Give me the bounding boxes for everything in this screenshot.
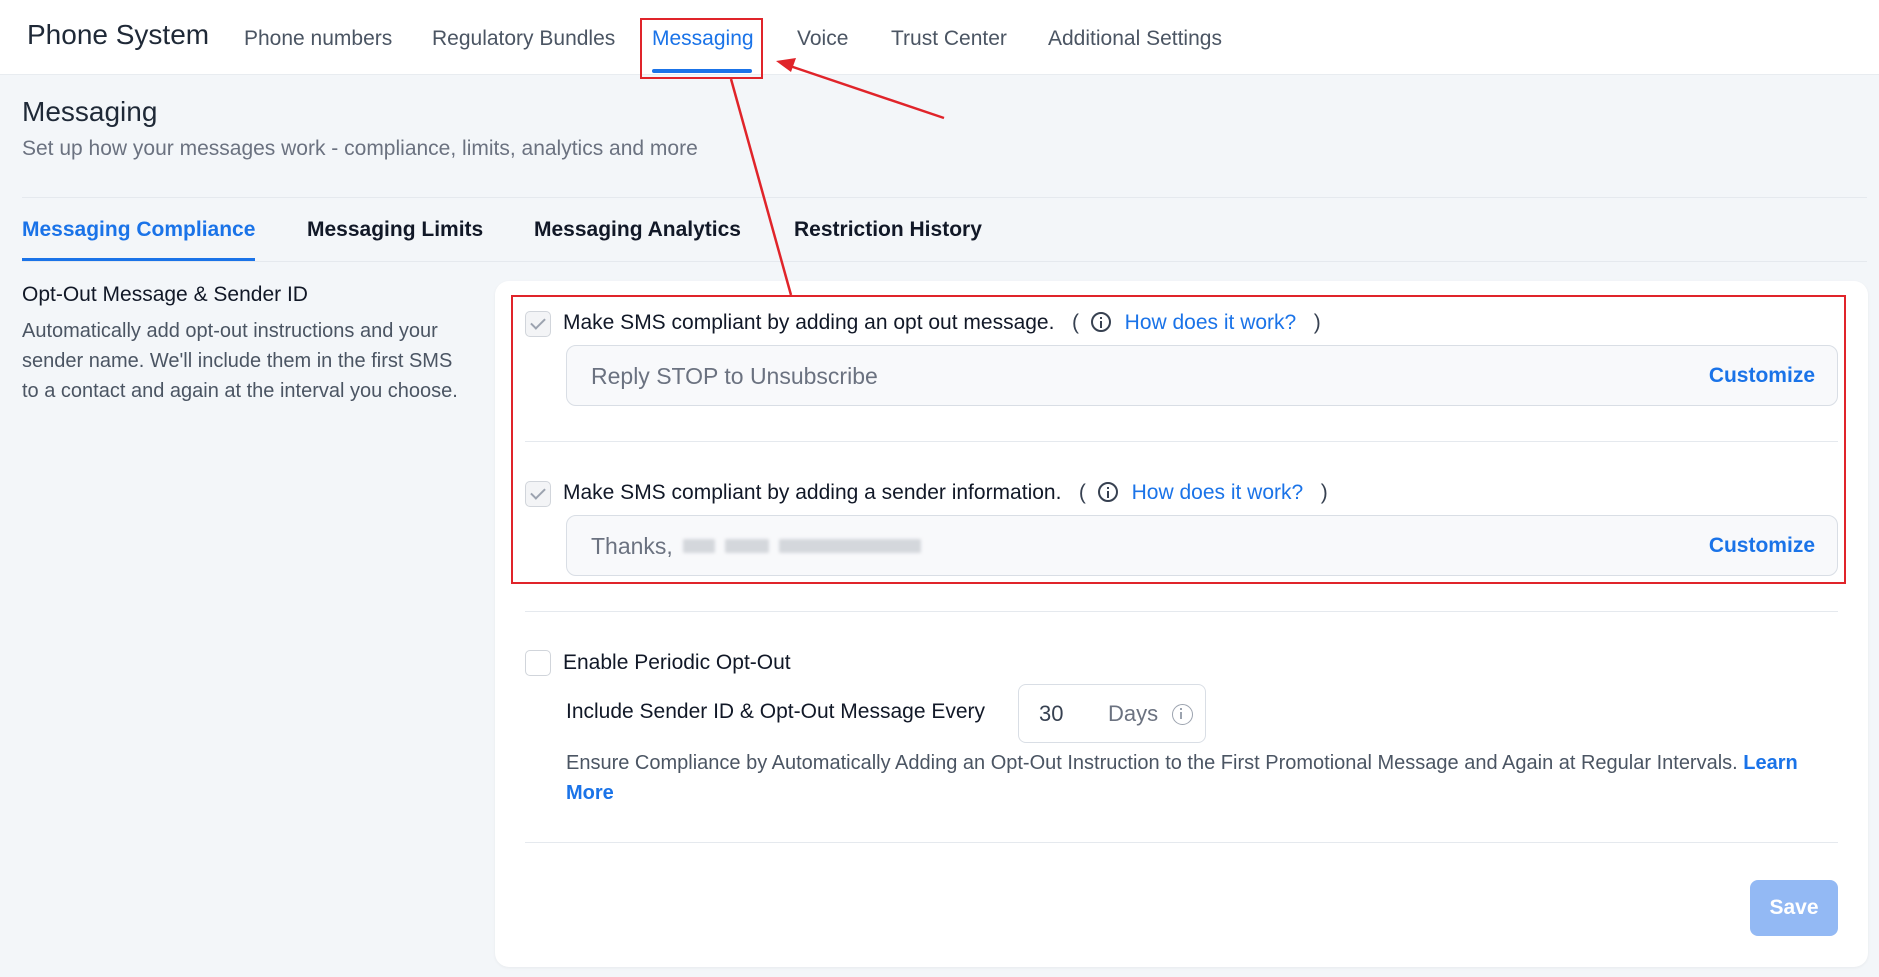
- opt-out-message-field[interactable]: Reply STOP to Unsubscribe Customize: [566, 345, 1838, 406]
- opt-out-message-value: Reply STOP to Unsubscribe: [591, 363, 878, 389]
- periodic-description: Ensure Compliance by Automatically Addin…: [566, 748, 1826, 808]
- card-divider: [525, 441, 1838, 442]
- sender-info-prefix: Thanks,: [591, 533, 673, 559]
- sender-checkbox[interactable]: [525, 481, 551, 507]
- nav-voice[interactable]: Voice: [797, 27, 848, 51]
- sender-help-link[interactable]: How does it work?: [1132, 481, 1304, 504]
- opt-out-checkbox[interactable]: [525, 311, 551, 337]
- info-icon: [1097, 482, 1118, 502]
- info-icon: [1090, 312, 1111, 332]
- redacted-text: [725, 539, 770, 553]
- page-title: Messaging: [22, 96, 158, 127]
- save-button[interactable]: Save: [1750, 880, 1838, 936]
- sender-info-value: Thanks,: [591, 533, 931, 560]
- opt-out-help-link[interactable]: How does it work?: [1125, 311, 1297, 334]
- periodic-interval-unit: Days: [1108, 701, 1159, 726]
- redacted-text: [779, 539, 922, 553]
- sender-info-field[interactable]: Thanks, Customize: [566, 515, 1838, 576]
- sender-label: Make SMS compliant by adding a sender in…: [563, 481, 1062, 504]
- section-title: Opt-Out Message & Sender ID: [22, 283, 308, 306]
- section-description: Automatically add opt-out instructions a…: [22, 320, 458, 402]
- opt-out-customize-button[interactable]: Customize: [1709, 364, 1815, 388]
- tabs-divider: [22, 261, 1867, 262]
- top-navigation: Phone System Phone numbers Regulatory Bu…: [0, 0, 1879, 75]
- tab-restriction-history[interactable]: Restriction History: [794, 218, 982, 242]
- header-divider: [22, 197, 1867, 198]
- redacted-text: [683, 539, 716, 553]
- annotation-connector-line: [729, 78, 793, 296]
- periodic-description-text: Ensure Compliance by Automatically Addin…: [566, 752, 1738, 774]
- tab-messaging-analytics[interactable]: Messaging Analytics: [534, 218, 741, 242]
- periodic-opt-out-checkbox[interactable]: [525, 650, 551, 676]
- tab-messaging-limits[interactable]: Messaging Limits: [307, 218, 483, 242]
- periodic-interval-value: 30: [1039, 701, 1064, 726]
- nav-trust-center[interactable]: Trust Center: [891, 27, 1007, 51]
- nav-messaging[interactable]: Messaging: [652, 27, 754, 51]
- card-divider: [525, 842, 1838, 843]
- sender-row: Make SMS compliant by adding a sender in…: [563, 481, 1328, 504]
- sender-customize-button[interactable]: Customize: [1709, 534, 1815, 558]
- app-title: Phone System: [27, 19, 210, 50]
- periodic-interval-input[interactable]: 30 Days: [1018, 684, 1206, 743]
- info-icon: [1172, 704, 1193, 725]
- tab-messaging-compliance[interactable]: Messaging Compliance: [22, 218, 255, 242]
- page-subtitle: Set up how your messages work - complian…: [22, 137, 698, 160]
- nav-additional-settings[interactable]: Additional Settings: [1048, 27, 1222, 51]
- nav-phone-numbers[interactable]: Phone numbers: [244, 27, 392, 51]
- periodic-opt-out-label: Enable Periodic Opt-Out: [563, 651, 791, 674]
- periodic-interval-label: Include Sender ID & Opt-Out Message Ever…: [566, 700, 986, 723]
- opt-out-label: Make SMS compliant by adding an opt out …: [563, 311, 1055, 334]
- card-divider: [525, 611, 1838, 612]
- nav-regulatory-bundles[interactable]: Regulatory Bundles: [432, 27, 615, 51]
- nav-active-indicator: [652, 69, 752, 73]
- opt-out-row: Make SMS compliant by adding an opt out …: [563, 311, 1321, 334]
